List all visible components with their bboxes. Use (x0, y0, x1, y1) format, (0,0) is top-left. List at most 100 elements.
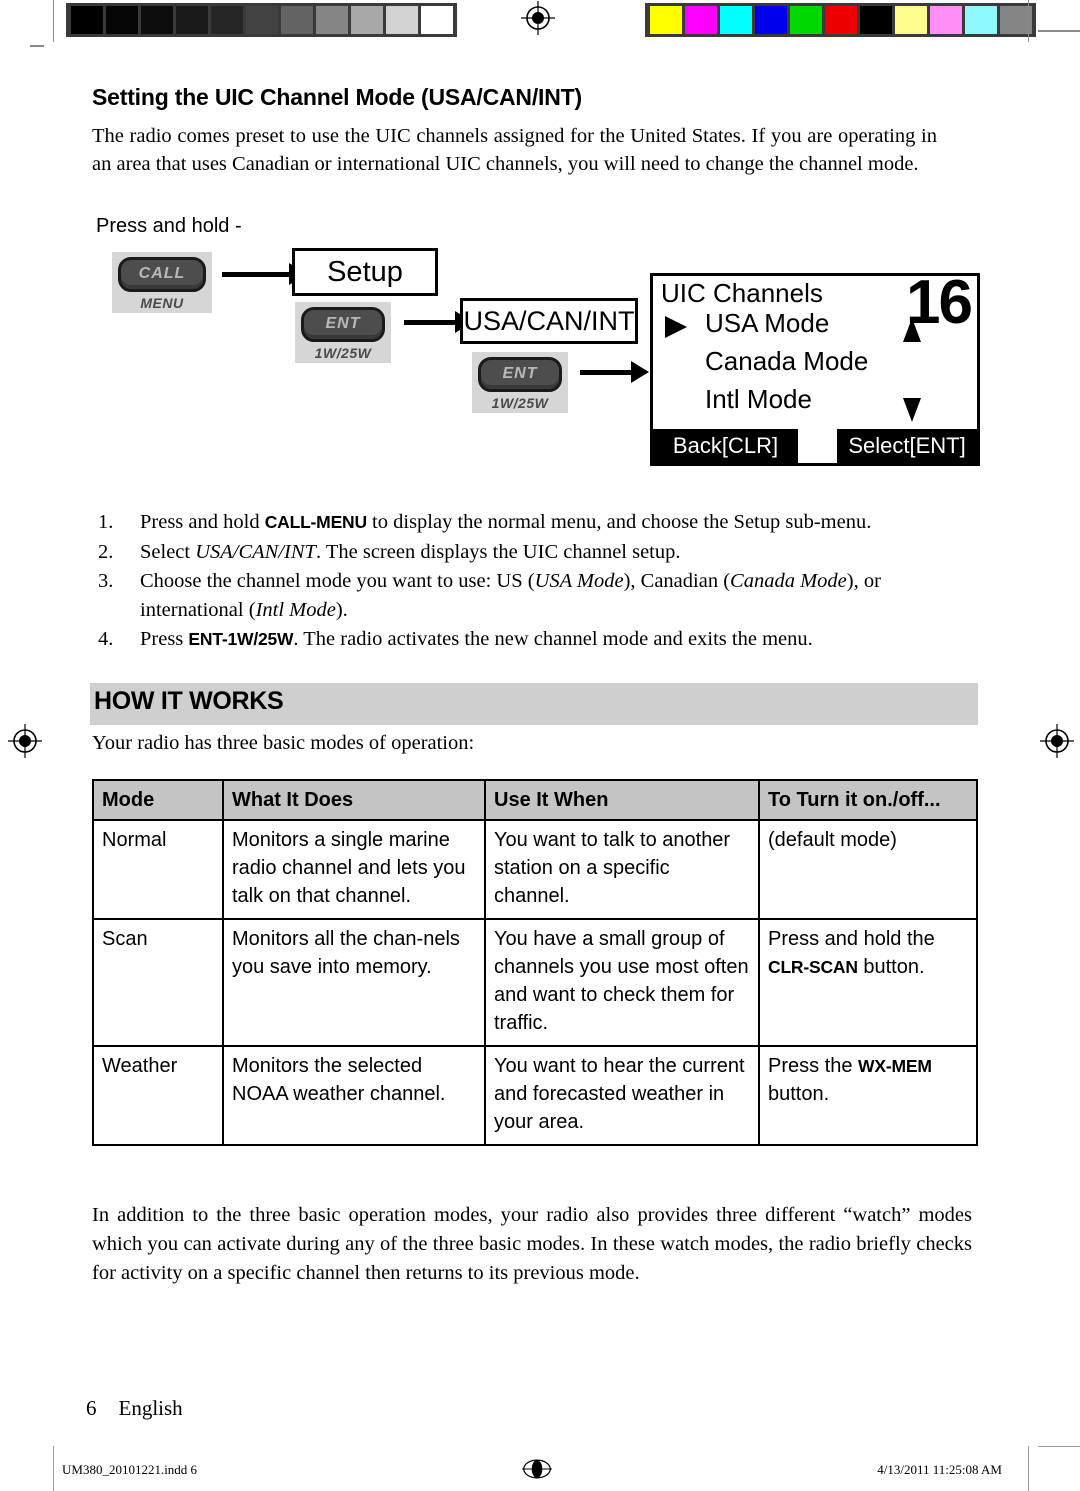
calibration-swatch (929, 6, 962, 34)
lcd-softkey-select-label: Select[ENT] (848, 433, 966, 458)
cell-what-it-does: Monitors the selected NOAA weather chann… (222, 1045, 486, 1146)
calibration-swatch (719, 6, 752, 34)
modes-table: Mode What It Does Use It When To Turn it… (92, 779, 978, 1146)
text-run: Choose the channel mode you want to use:… (140, 570, 535, 592)
step-text: Choose the channel mode you want to use:… (140, 570, 881, 621)
calibration-swatch (315, 6, 348, 34)
lcd-menu-item-canada-mode-label: Canada Mode (705, 346, 869, 376)
calibration-swatch (245, 6, 278, 34)
how-it-works-banner: HOW IT WORKS (90, 683, 978, 725)
ent-key-first[interactable]: ENT 1W/25W (295, 302, 391, 363)
text-run: Press (140, 628, 189, 650)
menu-box-setup-label: Setup (327, 255, 403, 288)
table-row: Normal Monitors a single marine radio cha… (92, 819, 978, 920)
lcd-menu-item-intl-mode-label: Intl Mode (705, 384, 812, 414)
cell-mode: Weather (92, 1045, 224, 1146)
emphasis-text: USA Mode (534, 570, 624, 592)
calibration-swatch (420, 6, 453, 34)
page-language: English (118, 1396, 183, 1420)
lcd-menu-item-usa-mode[interactable]: USA Mode (705, 308, 829, 339)
calibration-swatch (350, 6, 383, 34)
calibration-swatch (894, 6, 927, 34)
intro-paragraph: The radio comes preset to use the UIC ch… (92, 125, 937, 175)
cell-use-it-when: You want to hear the current and forecas… (484, 1045, 760, 1146)
emphasis-text: USA/CAN/INT (195, 540, 316, 563)
footer-rule-right-horizontal (1038, 1446, 1080, 1447)
step-number: 2. (98, 540, 114, 563)
lcd-softkey-select[interactable]: Select[ENT] (837, 429, 977, 463)
page-number: 6 (86, 1396, 97, 1420)
text-run: (default mode) (768, 829, 897, 851)
ent-key-sublabel-2: 1W/25W (491, 395, 549, 411)
page-title: Setting the UIC Channel Mode (USA/CAN/IN… (92, 84, 582, 110)
menu-box-setup[interactable]: Setup (292, 248, 438, 296)
cell-what-it-does: Monitors all the chan-nels you save into… (222, 918, 486, 1047)
table-header-mode: Mode (92, 779, 224, 821)
ent-key-cap-1: ENT (301, 307, 385, 342)
emphasis-text: Canada Mode (730, 570, 847, 592)
cell-turn-on-off: Press the WX-MEM button. (758, 1045, 978, 1146)
cell-use-it-when: You want to talk to another station on a… (484, 819, 760, 920)
triangle-down-icon[interactable] (903, 398, 921, 422)
call-menu-key[interactable]: CALL MENU (112, 252, 212, 313)
arrow-call-to-setup (222, 263, 307, 285)
lcd-menu-item-usa-mode-label: USA Mode (705, 308, 830, 338)
triangle-right-icon (665, 316, 687, 338)
ent-key-second[interactable]: ENT 1W/25W (472, 352, 568, 413)
lcd-channel-number: 16 (906, 268, 973, 337)
text-run: Select (140, 540, 196, 563)
calibration-swatch (964, 6, 997, 34)
procedure-step: 3. Choose the channel mode you want to us… (92, 567, 982, 624)
text-run: Press and hold the (768, 928, 935, 950)
color-calibration-bar (645, 3, 1036, 37)
calibration-swatch (385, 6, 418, 34)
calibration-swatch (999, 6, 1032, 34)
calibration-swatch (175, 6, 208, 34)
print-timestamp: 4/13/2011 11:25:08 AM (877, 1462, 1002, 1477)
text-run: Press and hold (140, 511, 265, 533)
lcd-menu-item-canada-mode[interactable]: Canada Mode (705, 346, 868, 377)
table-header-row: Mode What It Does Use It When To Turn it… (92, 779, 978, 821)
arrow-ent-to-usacanint (404, 311, 473, 333)
modes-table-body: Normal Monitors a single marine radio cha… (92, 819, 978, 1146)
ent-key-sublabel-1: 1W/25W (314, 345, 372, 361)
calibration-swatch (684, 6, 717, 34)
calibration-swatch (140, 6, 173, 34)
ent-key-cap-2: ENT (478, 357, 562, 392)
crop-mark-top-right-horizontal (1038, 30, 1080, 32)
cell-use-it-when: You have a small group of channels you u… (484, 918, 760, 1047)
table-header-use-it-when: Use It When (484, 779, 760, 821)
calibration-swatch (70, 6, 103, 34)
calibration-swatch (859, 6, 892, 34)
emphasis-text: Intl Mode (255, 598, 336, 621)
procedure-step: 2. Select USA/CAN/INT. The screen display… (92, 538, 982, 567)
lcd-softkey-back-label: Back[CLR] (672, 433, 779, 458)
arrow-ent-to-lcd (580, 361, 649, 383)
menu-box-usa-can-int-label: USA/CAN/INT (463, 305, 635, 336)
calibration-swatch (789, 6, 822, 34)
cell-turn-on-off: Press and hold the CLR-SCAN button. (758, 918, 978, 1047)
key-label: ENT-1W/25W (188, 629, 294, 649)
procedure-steps: 1. Press and hold CALL-MENU to display th… (92, 508, 982, 655)
cell-mode: Scan (92, 918, 224, 1047)
step-number: 1. (98, 511, 114, 533)
page-footer: 6 English (86, 1396, 183, 1421)
procedure-step: 4. Press ENT-1W/25W. The radio activates … (92, 625, 982, 654)
print-production-footer: UM380_20101221.indd 6 4/13/2011 11:25:08… (0, 1458, 1080, 1488)
text-run: . The radio activates the new channel mo… (293, 628, 813, 650)
key-label: CALL-MENU (264, 512, 367, 532)
table-header-what-it-does: What It Does (222, 779, 486, 821)
calibration-swatch (754, 6, 787, 34)
text-run: button. (768, 1083, 830, 1105)
calibration-swatch (824, 6, 857, 34)
calibration-swatch (280, 6, 313, 34)
lcd-softkey-back[interactable]: Back[CLR] (653, 429, 798, 463)
table-row: Scan Monitors all the chan-nels you save … (92, 918, 978, 1047)
step-text: Press and hold CALL-MENU to display the … (140, 511, 871, 533)
lcd-menu-item-intl-mode[interactable]: Intl Mode (705, 384, 812, 415)
step-text: Select USA/CAN/INT. The screen displays … (140, 541, 681, 563)
menu-box-usa-can-int[interactable]: USA/CAN/INT (460, 298, 638, 344)
print-file-name: UM380_20101221.indd 6 (62, 1462, 198, 1477)
registration-mark-footer (522, 1459, 552, 1479)
how-it-works-intro: Your radio has three basic modes of oper… (92, 732, 475, 754)
